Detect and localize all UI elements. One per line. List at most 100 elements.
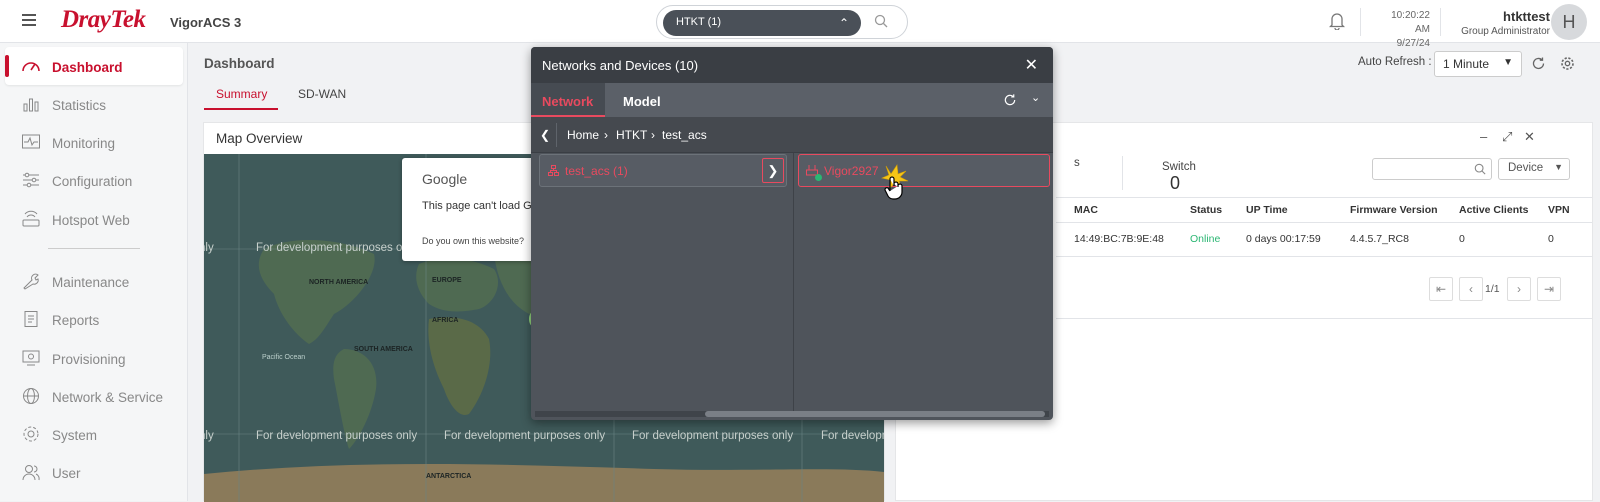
sidebar-item-dashboard[interactable]: Dashboard [5,47,183,85]
chevron-down-icon: ▼ [1503,57,1513,68]
network-selector[interactable]: HTKT (1) ⌃ [663,10,861,36]
sidebar-item-label: Statistics [52,98,107,113]
top-bar: DrayTek VigorACS 3 HTKT (1) ⌃ 10:20:22 A… [0,0,1600,49]
settings-icon[interactable] [1560,56,1575,71]
tab-sd-wan[interactable]: SD-WAN [298,87,346,101]
chevron-down-icon[interactable]: ⌄ [1031,91,1040,104]
networks-devices-modal: Networks and Devices (10) ✕ Network Mode… [531,47,1053,420]
map-label: SOUTH AMERICA [354,346,413,353]
refresh-icon[interactable] [1003,93,1017,107]
horizontal-scrollbar[interactable] [535,411,1049,417]
device-item[interactable]: Vigor2927 [798,154,1050,187]
avatar[interactable]: H [1551,4,1587,40]
table-divider [1056,256,1592,257]
map-label: AFRICA [432,317,459,324]
device-type-select[interactable]: Device ▼ [1498,158,1570,180]
sidebar-item-label: Provisioning [52,352,126,367]
sidebar-item-label: Network & Service [52,390,164,405]
network-item-label: test_acs (1) [565,164,628,178]
pulse-icon [22,134,40,149]
sliders-icon [23,172,39,188]
column-header-mac[interactable]: MAC [1074,204,1098,216]
tab-model[interactable]: Model [623,94,661,109]
map-dev-watermark: For development purposes only [821,430,884,442]
sidebar-item-statistics[interactable]: Statistics [5,85,183,123]
sidebar-item-label: System [52,428,98,443]
google-logo: Google [422,171,468,187]
sidebar-item-hotspot-web[interactable]: Hotspot Web [5,200,183,238]
map-label: Pacific Ocean [262,354,306,361]
divider [1440,8,1441,36]
sidebar-item-label: Maintenance [52,275,130,290]
sidebar-item-provisioning[interactable]: Provisioning [5,339,183,377]
search-icon[interactable] [874,14,888,28]
page-indicator: 1/1 [1485,283,1500,295]
scrollbar-thumb[interactable] [705,411,1045,417]
tab-summary[interactable]: Summary [216,87,267,101]
column-header-vpn[interactable]: VPN [1548,204,1570,216]
breadcrumb: ❮ Home › HTKT › test_acs [531,117,1053,153]
column-divider [793,153,794,413]
own-website-link[interactable]: Do you own this website? [422,236,524,246]
sidebar-item-monitoring[interactable]: Monitoring [5,123,183,161]
column-header-status[interactable]: Status [1190,204,1222,216]
divider [556,123,557,147]
menu-icon[interactable] [22,14,36,26]
map-dev-watermark: For development purposes only [444,430,606,442]
sidebar-item-label: User [52,466,81,481]
cell-vpn: 0 [1548,233,1554,245]
bell-icon[interactable] [1329,12,1345,30]
report-icon [24,311,38,327]
globe-icon [23,388,39,404]
refresh-icon[interactable] [1531,56,1546,71]
network-tree-icon [548,165,559,176]
sidebar-item-maintenance[interactable]: Maintenance [5,262,183,300]
minimize-icon[interactable]: – [1480,129,1487,144]
close-icon[interactable]: ✕ [1025,55,1038,75]
device-search-input[interactable] [1372,158,1492,180]
map-dev-watermark: For development purposes only [256,242,418,254]
map-label: ANTARCTICA [426,473,472,480]
user-name[interactable]: htkttest [1452,9,1550,24]
search-icon[interactable] [1474,163,1486,175]
auto-refresh-select[interactable]: 1 Minute ▼ [1434,51,1522,77]
column-header-uptime[interactable]: UP Time [1246,204,1288,216]
sidebar-item-system[interactable]: System [5,415,183,453]
modal-header: Networks and Devices (10) ✕ [531,47,1053,83]
cell-firmware: 4.4.5.7_RC8 [1350,233,1409,245]
provisioning-icon [22,350,40,366]
network-item[interactable]: test_acs (1) ❯ [539,154,787,187]
sidebar-item-label: Configuration [52,174,133,189]
divider [1122,156,1123,190]
back-icon[interactable]: ❮ [540,128,550,142]
active-tab-indicator [204,108,278,110]
breadcrumb-test-acs[interactable]: test_acs [662,128,707,142]
breadcrumb-htkt[interactable]: HTKT [616,128,647,142]
last-page-button[interactable]: ⇥ [1537,277,1561,301]
device-type-value: Device [1508,162,1544,174]
column-header-firmware[interactable]: Firmware Version [1350,204,1438,216]
table-divider [1056,222,1592,223]
map-label: EUROPE [432,277,462,284]
breadcrumb-separator-icon: › [651,128,655,142]
sidebar-item-user[interactable]: User [5,453,183,491]
column-header-active-clients[interactable]: Active Clients [1459,204,1528,216]
clock-date: 9/27/24 [1396,38,1430,49]
breadcrumb-home[interactable]: Home [567,128,599,142]
expand-icon[interactable]: ⤢ [1502,129,1512,145]
sidebar-item-configuration[interactable]: Configuration [5,161,183,199]
next-page-button[interactable]: › [1507,277,1531,301]
first-page-button[interactable]: ⇤ [1429,277,1453,301]
clock: 10:20:22 AM 9/27/24 [1374,9,1430,51]
chevron-right-icon[interactable]: ❯ [762,158,784,183]
tab-network[interactable]: Network [542,94,593,109]
auto-refresh-label: Auto Refresh : [1358,56,1432,68]
prev-page-button[interactable]: ‹ [1459,277,1483,301]
sidebar-item-network-service[interactable]: Network & Service [5,377,183,415]
cell-mac: 14:49:BC:7B:9E:48 [1074,233,1164,245]
sidebar-item-label: Hotspot Web [52,213,130,228]
sidebar-item-reports[interactable]: Reports [5,300,183,338]
close-icon[interactable]: ✕ [1524,129,1535,145]
divider [1360,8,1361,36]
map-dev-watermark: nly [204,430,214,442]
